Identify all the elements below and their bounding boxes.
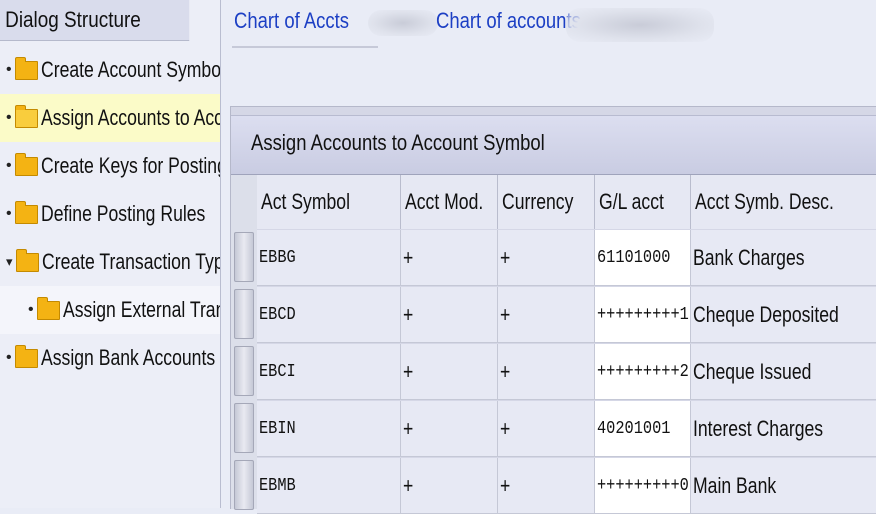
- tree-item-label: Define Posting Rules: [40, 201, 205, 226]
- tree-item-assign-external-transaction-types[interactable]: • Assign External Transaction Types: [0, 286, 220, 334]
- cell-description: Cheque Issued: [691, 344, 876, 400]
- cell-currency: +: [498, 401, 595, 457]
- cell-act-symbol: EBMB: [257, 458, 401, 514]
- tree-bullet: •: [28, 301, 34, 318]
- cell-act-symbol: EBBG: [257, 230, 401, 286]
- dialog-structure-panel: Dialog Structure • Create Account Symbol…: [0, 0, 221, 508]
- cell-acct-mod: +: [401, 230, 498, 286]
- tree-item-label: Assign Bank Accounts to Transaction Type…: [40, 345, 220, 370]
- cell-currency: +: [498, 287, 595, 343]
- cell-act-symbol: EBCD: [257, 287, 401, 343]
- tree-item-create-account-symbols[interactable]: • Create Account Symbols: [0, 46, 220, 94]
- folder-icon: [14, 344, 38, 368]
- tree-bullet: •: [6, 349, 12, 366]
- folder-icon: [15, 248, 39, 272]
- chart-of-accts-label[interactable]: Chart of Accts: [234, 8, 349, 34]
- cell-acct-mod: +: [401, 401, 498, 457]
- tree-bullet: •: [6, 205, 12, 222]
- gl-acct-input[interactable]: 61101000: [595, 230, 691, 286]
- cell-act-symbol: EBIN: [257, 401, 401, 457]
- cell-currency: +: [498, 344, 595, 400]
- gl-acct-input[interactable]: 40201001: [595, 401, 691, 457]
- gl-acct-input[interactable]: +++++++++1: [595, 287, 691, 343]
- row-selector[interactable]: [234, 232, 254, 282]
- row-selector[interactable]: [234, 403, 254, 453]
- cell-acct-mod: +: [401, 458, 498, 514]
- column-header-acct-symb-desc[interactable]: Acct Symb. Desc.: [691, 175, 876, 229]
- row-selector-column: [231, 175, 257, 510]
- dialog-structure-title: Dialog Structure: [0, 0, 190, 41]
- cell-description: Bank Charges: [691, 230, 876, 286]
- column-header-currency[interactable]: Currency: [498, 175, 595, 229]
- cell-act-symbol: EBCI: [257, 344, 401, 400]
- tree-bullet: •: [6, 157, 12, 174]
- chart-of-accounts-name-field: [566, 8, 714, 42]
- panel-title: Assign Accounts to Account Symbol: [251, 130, 545, 155]
- tree-item-define-posting-rules[interactable]: • Define Posting Rules: [0, 190, 220, 238]
- folder-open-icon: [14, 104, 38, 128]
- folder-icon: [14, 200, 38, 224]
- cell-description: Main Bank: [691, 458, 876, 514]
- column-header-gl-acct[interactable]: G/L acct: [595, 175, 691, 229]
- gl-acct-input[interactable]: +++++++++0: [595, 458, 691, 514]
- tree-item-assign-bank-accounts[interactable]: • Assign Bank Accounts to Transaction Ty…: [0, 334, 220, 382]
- tree-item-create-transaction-types[interactable]: ▾ Create Transaction Types: [0, 238, 220, 286]
- gl-acct-input[interactable]: +++++++++2: [595, 344, 691, 400]
- cell-description: Interest Charges: [691, 401, 876, 457]
- folder-icon: [36, 296, 60, 320]
- assign-accounts-panel: Assign Accounts to Account Symbol Act Sy…: [230, 106, 876, 514]
- cell-currency: +: [498, 230, 595, 286]
- row-selector[interactable]: [234, 289, 254, 339]
- chart-of-accts-value-field[interactable]: [368, 10, 438, 36]
- tree-item-label: Create Keys for Posting Rules: [40, 153, 221, 178]
- tree-item-label: Assign External Transaction Types: [62, 297, 220, 322]
- tree-item-label: Assign Accounts to Account Symbol: [40, 105, 221, 130]
- tree-item-assign-accounts[interactable]: • Assign Accounts to Account Symbol: [0, 94, 220, 142]
- cell-description: Cheque Deposited: [691, 287, 876, 343]
- expand-arrow-icon[interactable]: ▾: [6, 254, 13, 270]
- chart-of-accounts-label[interactable]: Chart of accounts: [436, 8, 581, 34]
- folder-icon: [14, 56, 38, 80]
- tree-item-create-keys[interactable]: • Create Keys for Posting Rules: [0, 142, 220, 190]
- chart-of-accts-underline: [232, 46, 378, 48]
- folder-icon: [14, 152, 38, 176]
- tree-item-label: Create Account Symbols: [40, 57, 221, 82]
- column-header-act-symbol[interactable]: Act Symbol: [257, 175, 401, 229]
- tree-bullet: •: [6, 61, 12, 78]
- row-selector[interactable]: [234, 346, 254, 396]
- tree-bullet: •: [6, 109, 12, 126]
- panel-title-bar: Assign Accounts to Account Symbol: [231, 115, 876, 175]
- row-selector[interactable]: [234, 460, 254, 510]
- cell-acct-mod: +: [401, 287, 498, 343]
- column-header-acct-mod[interactable]: Acct Mod.: [401, 175, 498, 229]
- cell-acct-mod: +: [401, 344, 498, 400]
- accounts-table: Act Symbol Acct Mod. Currency G/L acct A…: [231, 175, 876, 514]
- tree-item-label: Create Transaction Types: [41, 249, 220, 274]
- cell-currency: +: [498, 458, 595, 514]
